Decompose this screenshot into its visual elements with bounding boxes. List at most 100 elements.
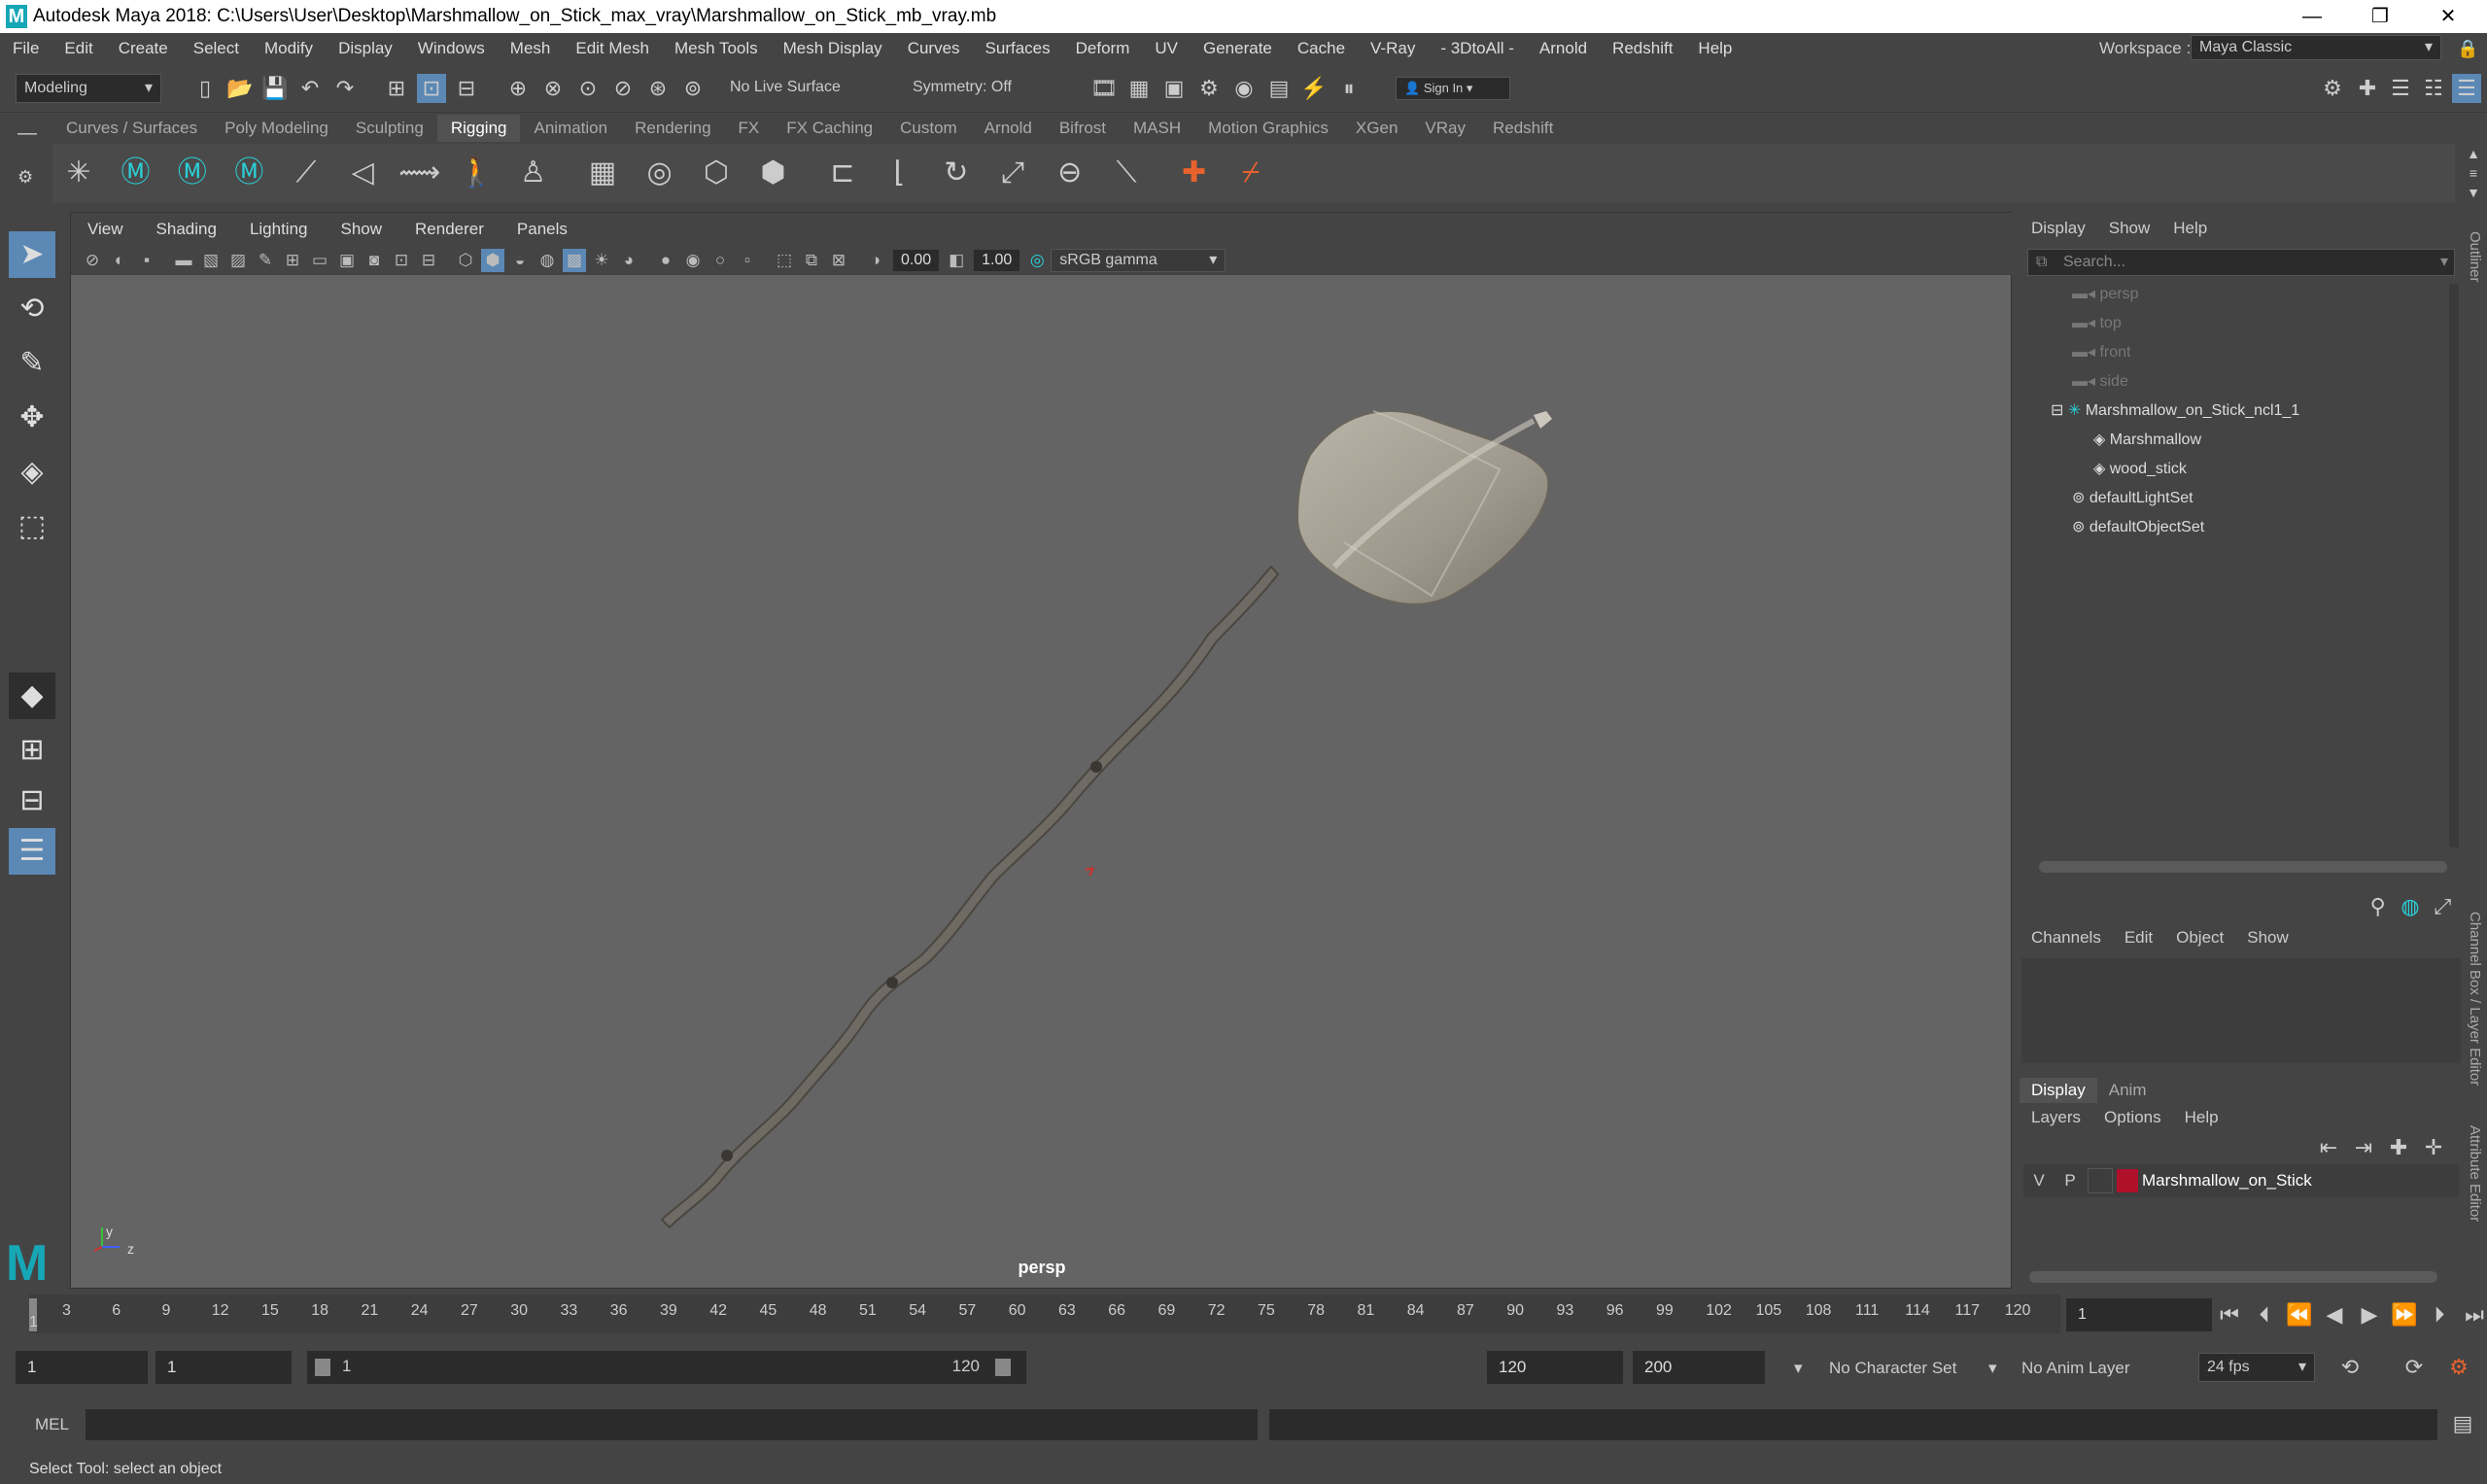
maximize-button[interactable]: ❐ xyxy=(2346,0,2414,33)
play-forwards-icon[interactable]: ▶ xyxy=(2355,1300,2384,1329)
shadows-icon[interactable]: ☀ xyxy=(590,249,613,272)
attribute-editor-toggle-icon[interactable]: ◍ xyxy=(2397,892,2423,921)
select-object-icon[interactable]: ⊡ xyxy=(417,73,446,103)
rotate-tool-icon[interactable]: ◈ xyxy=(9,449,55,496)
character-icon[interactable]: 🚶 xyxy=(455,152,498,194)
channel-box-toggle-icon[interactable]: ⚲ xyxy=(2365,892,2391,921)
snap-grid-icon[interactable]: ⊕ xyxy=(503,74,533,103)
humanik-icon[interactable]: Ⓜ xyxy=(114,152,156,194)
ik-spline-icon[interactable]: ◁ xyxy=(341,152,384,194)
shelf-tab-poly-modeling[interactable]: Poly Modeling xyxy=(211,115,342,142)
layer-name[interactable]: Marshmallow_on_Stick xyxy=(2142,1171,2312,1191)
outliner-layout-icon[interactable]: ☰ xyxy=(9,828,55,875)
outliner-node-wood-stick[interactable]: ◈ wood_stick xyxy=(2020,455,2463,484)
shelf-menu-icon[interactable]: — xyxy=(17,122,37,145)
playback-range-bar[interactable]: 1 120 xyxy=(307,1351,1026,1384)
xray-components-icon[interactable]: ⊠ xyxy=(827,249,850,272)
lock-icon[interactable]: 🔒 xyxy=(2457,39,2478,59)
new-scene-icon[interactable]: ▯ xyxy=(190,74,220,103)
insert-joint-icon[interactable]: ⟿ xyxy=(398,152,441,194)
grid-icon[interactable]: ⊞ xyxy=(281,249,304,272)
hypershade-icon[interactable]: ◉ xyxy=(1229,74,1259,103)
locator-icon[interactable]: ✚ xyxy=(1173,152,1216,194)
scale-constraint-icon[interactable]: ⤢ xyxy=(991,152,1034,194)
cluster-icon[interactable]: ◎ xyxy=(639,152,681,194)
snap-vertex-icon[interactable]: ⊚ xyxy=(678,74,708,103)
render-settings-icon[interactable]: ⚙ xyxy=(1194,74,1224,103)
symmetry-field[interactable]: Symmetry: Off xyxy=(905,73,1051,103)
skeleton-icon[interactable]: Ⓜ xyxy=(171,152,214,194)
marshmallow-mesh[interactable] xyxy=(1295,410,1550,605)
screen-space-ao-icon[interactable]: ◕ xyxy=(617,249,640,272)
go-to-start-icon[interactable]: ⏮ xyxy=(2215,1300,2244,1329)
outliner-node-persp[interactable]: ▬◂ persp xyxy=(2020,280,2463,309)
outliner-horizontal-scrollbar[interactable] xyxy=(2039,861,2447,873)
shelf-settings-icon[interactable]: ⚙ xyxy=(17,167,33,188)
step-back-key-icon[interactable]: ⏪ xyxy=(2285,1300,2314,1329)
shelf-tab-curves-surfaces[interactable]: Curves / Surfaces xyxy=(52,115,211,142)
aim-constraint-icon[interactable]: ⊖ xyxy=(1049,152,1091,194)
shelf-tab-rendering[interactable]: Rendering xyxy=(621,115,724,142)
range-end-handle[interactable] xyxy=(995,1359,1011,1376)
render-frame-icon[interactable]: ▦ xyxy=(1124,74,1154,103)
render-view-icon[interactable]: 🎞 xyxy=(1089,74,1119,103)
menu-help[interactable]: Help xyxy=(1685,39,1744,58)
shelf-tab-fx-caching[interactable]: FX Caching xyxy=(773,115,886,142)
wrap-icon[interactable]: ⬡ xyxy=(695,152,738,194)
move-layer-up-icon[interactable]: ⇤ xyxy=(2314,1133,2343,1162)
joint-tool-icon[interactable]: ✳ xyxy=(57,152,100,194)
menu-cache[interactable]: Cache xyxy=(1285,39,1358,58)
menu-select[interactable]: Select xyxy=(181,39,252,58)
animation-preferences-icon[interactable]: ⚙ xyxy=(2444,1353,2473,1382)
play-backwards-icon[interactable]: ◀ xyxy=(2320,1300,2349,1329)
open-scene-icon[interactable]: 📂 xyxy=(225,74,255,103)
channel-box-side-tab[interactable]: Channel Box / Layer Editor xyxy=(2467,912,2483,1086)
shelf-tab-vray[interactable]: VRay xyxy=(1411,115,1479,142)
auto-key-icon[interactable]: ⟳ xyxy=(2400,1353,2429,1382)
scene-view[interactable] xyxy=(71,275,2011,1288)
menu-redshift[interactable]: Redshift xyxy=(1600,39,1685,58)
layer-playback-toggle[interactable]: P xyxy=(2055,1171,2086,1191)
menu-mesh-tools[interactable]: Mesh Tools xyxy=(662,39,771,58)
menu-surfaces[interactable]: Surfaces xyxy=(973,39,1063,58)
film-gate-icon[interactable]: ▭ xyxy=(308,249,331,272)
layer-horizontal-scrollbar[interactable] xyxy=(2029,1271,2437,1283)
ik-handle-icon[interactable]: ⟋ xyxy=(285,152,328,194)
grease-pencil-icon[interactable]: ✎ xyxy=(254,249,277,272)
character-set-dropdown[interactable]: No Character Set xyxy=(1829,1359,1956,1378)
chevron-down-icon[interactable]: ▾ xyxy=(1988,1359,1997,1378)
outliner-node-default-object-set[interactable]: ⊚ defaultObjectSet xyxy=(2020,513,2463,542)
workspace-dropdown[interactable]: Maya Classic ▾ xyxy=(2191,35,2441,60)
outliner-node-top[interactable]: ▬◂ top xyxy=(2020,309,2463,338)
single-perspective-view-icon[interactable]: ◆ xyxy=(9,673,55,719)
attribute-editor-side-tab[interactable]: Attribute Editor xyxy=(2467,1125,2483,1222)
layers-menu-layers[interactable]: Layers xyxy=(2020,1108,2092,1127)
point-constraint-icon[interactable]: ⌊ xyxy=(878,152,920,194)
menu-mesh-display[interactable]: Mesh Display xyxy=(771,39,895,58)
outliner-menu-show[interactable]: Show xyxy=(2097,219,2162,238)
gamma-icon[interactable]: ◧ xyxy=(945,249,968,272)
playback-start-field[interactable]: 1 xyxy=(155,1351,292,1384)
new-layer-selected-icon[interactable]: ✛ xyxy=(2419,1133,2448,1162)
viewport-menu-lighting[interactable]: Lighting xyxy=(233,220,325,239)
channels-menu-edit[interactable]: Edit xyxy=(2113,928,2164,948)
chevron-down-icon[interactable]: ▾ xyxy=(1794,1359,1803,1378)
go-to-end-icon[interactable]: ⏭ xyxy=(2460,1300,2487,1329)
lattice-icon[interactable]: ▦ xyxy=(581,152,624,194)
paint-select-tool-icon[interactable]: ✎ xyxy=(9,340,55,387)
camera-icon[interactable]: ▬ xyxy=(172,249,195,272)
menu-edit-mesh[interactable]: Edit Mesh xyxy=(563,39,662,58)
modeling-toolkit-icon[interactable]: ⚙ xyxy=(2318,74,2347,103)
fps-dropdown[interactable]: 24 fps ▾ xyxy=(2198,1353,2315,1382)
channels-menu-show[interactable]: Show xyxy=(2235,928,2300,948)
character-controls-icon[interactable]: ✚ xyxy=(2353,74,2382,103)
command-input[interactable] xyxy=(86,1409,1258,1440)
move-layer-down-icon[interactable]: ⇥ xyxy=(2349,1133,2378,1162)
current-frame-field[interactable]: 1 xyxy=(2066,1298,2212,1331)
shelf-scroll-icon[interactable]: ▲ ≡ ▼ xyxy=(2463,144,2484,202)
live-surface-field[interactable]: No Live Surface xyxy=(722,73,878,103)
channel-box-icon[interactable]: ☰ xyxy=(2452,73,2481,103)
menu-edit[interactable]: Edit xyxy=(52,39,105,58)
undo-icon[interactable]: ↶ xyxy=(295,74,325,103)
select-hierarchy-icon[interactable]: ⊞ xyxy=(382,74,411,103)
